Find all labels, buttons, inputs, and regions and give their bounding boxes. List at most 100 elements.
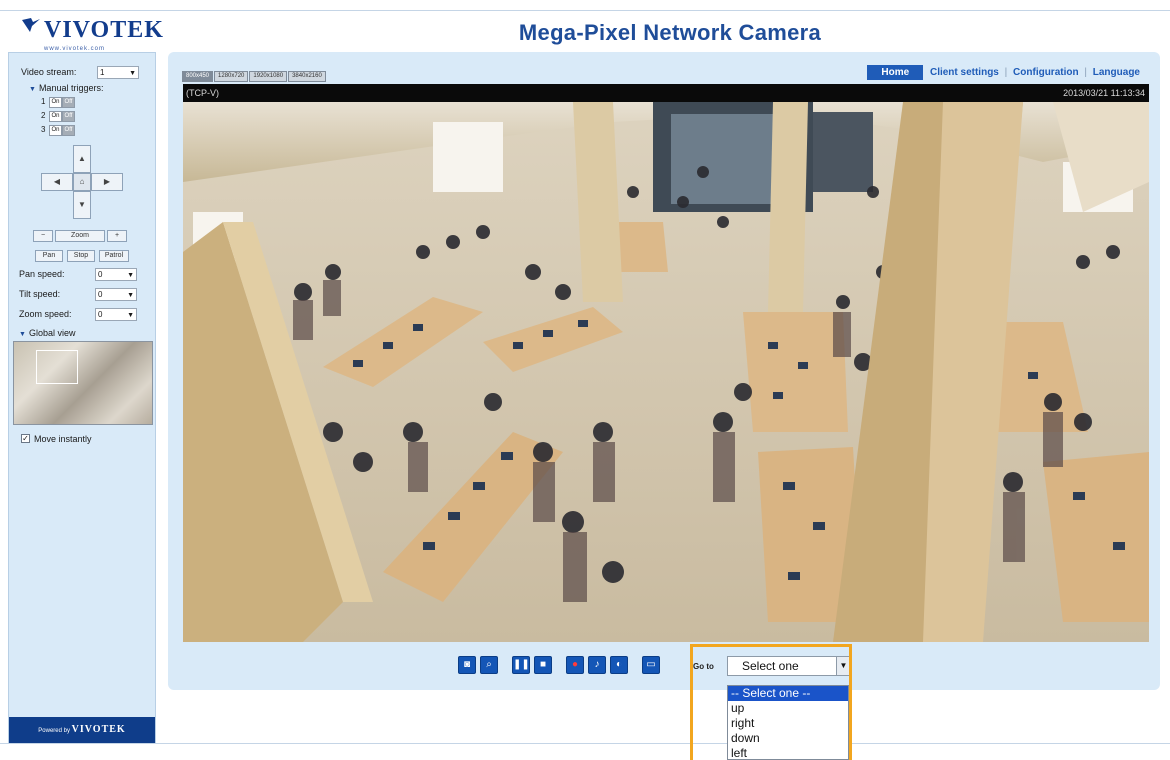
arrow-right-icon: ▶ (103, 177, 111, 186)
pan-speed-label: Pan speed: (19, 269, 65, 279)
zoom-speed-select[interactable]: 0 ▼ (95, 308, 137, 321)
page-title: Mega-Pixel Network Camera (518, 20, 822, 45)
trigger-1-off-button[interactable]: Off (62, 97, 75, 108)
size-button[interactable]: 1280x720 (214, 71, 249, 82)
zoom-speed-value: 0 (98, 310, 103, 319)
trigger-3-on-button[interactable]: On (49, 125, 62, 136)
live-video-view[interactable] (183, 102, 1149, 642)
global-view-toggle[interactable]: ▼ Global view (19, 328, 75, 338)
chevron-down-icon: ▼ (127, 312, 134, 319)
trigger-2-off-button[interactable]: Off (62, 111, 75, 122)
manual-triggers-toggle[interactable]: ▼ Manual triggers: (29, 83, 103, 93)
pause-icon: ❚❚ (513, 659, 530, 670)
home-icon: ⌂ (79, 177, 85, 186)
zoom-label: Zoom (55, 230, 105, 242)
ptz-down-button[interactable]: ▼ (73, 191, 91, 219)
tilt-speed-label: Tilt speed: (19, 289, 61, 299)
stop-stream-button[interactable]: ■ (534, 656, 552, 674)
snapshot-icon: ◙ (463, 659, 471, 670)
nav-separator: | (1084, 67, 1087, 78)
size-button[interactable]: 1920x1080 (249, 71, 288, 82)
protocol-label: (TCP-V) (186, 88, 219, 98)
trigger-number: 3 (41, 125, 46, 134)
main-panel: 800x450 1280x720 1920x1080 3840x2160 Home C… (168, 52, 1160, 690)
digital-zoom-icon: ⌕ (486, 659, 492, 670)
vivotek-logo: VIVOTEK www.vivotek.com (18, 14, 163, 54)
triangle-down-icon: ▼ (29, 86, 36, 93)
fullscreen-icon: ▭ (646, 659, 656, 670)
ptz-right-button[interactable]: ▶ (91, 173, 123, 191)
trigger-3-off-button[interactable]: Off (62, 125, 75, 136)
header-divider (0, 10, 1170, 11)
arrow-up-icon: ▲ (78, 154, 86, 163)
manual-triggers-label: Manual triggers: (38, 83, 104, 93)
tilt-speed-select[interactable]: 0 ▼ (95, 288, 137, 301)
volume-icon: ♪ (594, 659, 600, 670)
ptz-up-button[interactable]: ▲ (73, 145, 91, 173)
powered-by-brand: VIVOTEK (71, 724, 126, 735)
trigger-1-on-button[interactable]: On (49, 97, 62, 108)
nav-client-settings[interactable]: Client settings (930, 67, 999, 78)
powered-by-text: Powered by (38, 728, 70, 734)
video-stream-select[interactable]: 1 ▼ (97, 66, 139, 79)
fullscreen-button[interactable]: ▭ (642, 656, 660, 674)
bird-logo-icon (22, 18, 40, 32)
camera-scene-image (183, 102, 1149, 642)
brand-name: VIVOTEK (44, 17, 164, 43)
pan-button[interactable]: Pan (35, 250, 63, 262)
global-view-label: Global view (28, 328, 76, 338)
goto-options-list[interactable]: -- Select one -- up right down left (727, 685, 849, 760)
stop-button[interactable]: Stop (67, 250, 95, 262)
chevron-down-icon: ▼ (129, 70, 136, 77)
video-stream-value: 1 (100, 68, 105, 77)
arrow-down-icon: ▼ (78, 200, 86, 209)
trigger-number: 2 (41, 111, 46, 120)
snapshot-button[interactable]: ◙ (458, 656, 476, 674)
goto-option[interactable]: -- Select one -- (728, 686, 848, 701)
arrow-left-icon: ◀ (53, 177, 61, 186)
ptz-home-button[interactable]: ⌂ (73, 173, 91, 191)
footer-divider (0, 743, 1170, 744)
size-button[interactable]: 800x450 (182, 71, 214, 82)
goto-option[interactable]: down (728, 731, 848, 746)
nav-configuration[interactable]: Configuration (1013, 67, 1079, 78)
triangle-down-icon: ▼ (19, 331, 26, 338)
zoom-out-button[interactable]: − (33, 230, 53, 242)
view-size-buttons: 800x450 1280x720 1920x1080 3840x2160 (182, 68, 327, 82)
video-status-bar: (TCP-V) 2013/03/21 11:13:34 (183, 84, 1149, 102)
video-timestamp: 2013/03/21 11:13:34 (1063, 88, 1145, 98)
digital-zoom-button[interactable]: ⌕ (480, 656, 498, 674)
chevron-down-icon: ▼ (127, 292, 134, 299)
goto-option[interactable]: left (728, 746, 848, 759)
patrol-button[interactable]: Patrol (99, 250, 129, 262)
trigger-2-on-button[interactable]: On (49, 111, 62, 122)
ptz-left-button[interactable]: ◀ (41, 173, 73, 191)
trigger-number: 1 (41, 97, 46, 106)
top-nav: Home Client settings | Configuration | L… (867, 65, 1140, 80)
talk-icon: ◐ (615, 659, 623, 670)
nav-language[interactable]: Language (1093, 67, 1140, 78)
volume-button[interactable]: ♪ (588, 656, 606, 674)
video-stream-label: Video stream: (21, 67, 77, 77)
zoom-speed-label: Zoom speed: (19, 309, 72, 319)
nav-home[interactable]: Home (867, 65, 924, 80)
stop-icon: ■ (539, 659, 547, 670)
zoom-in-button[interactable]: + (107, 230, 127, 242)
global-view-frame[interactable] (36, 350, 78, 384)
goto-option[interactable]: right (728, 716, 848, 731)
powered-by-banner: Powered by VIVOTEK (9, 717, 155, 743)
chevron-down-icon: ▼ (127, 272, 134, 279)
pause-button[interactable]: ❚❚ (512, 656, 530, 674)
global-view-thumbnail[interactable] (13, 341, 153, 425)
pan-speed-value: 0 (98, 270, 103, 279)
record-button[interactable]: ● (566, 656, 584, 674)
move-instantly-checkbox[interactable]: ✓ (21, 434, 30, 443)
sidebar: Video stream: 1 ▼ ▼ Manual triggers: 1 On… (8, 52, 156, 744)
goto-option[interactable]: up (728, 701, 848, 716)
record-icon: ● (571, 659, 579, 670)
tilt-speed-value: 0 (98, 290, 103, 299)
nav-separator: | (1004, 67, 1008, 78)
talk-button[interactable]: ◐ (610, 656, 628, 674)
size-button[interactable]: 3840x2160 (288, 71, 326, 82)
pan-speed-select[interactable]: 0 ▼ (95, 268, 137, 281)
